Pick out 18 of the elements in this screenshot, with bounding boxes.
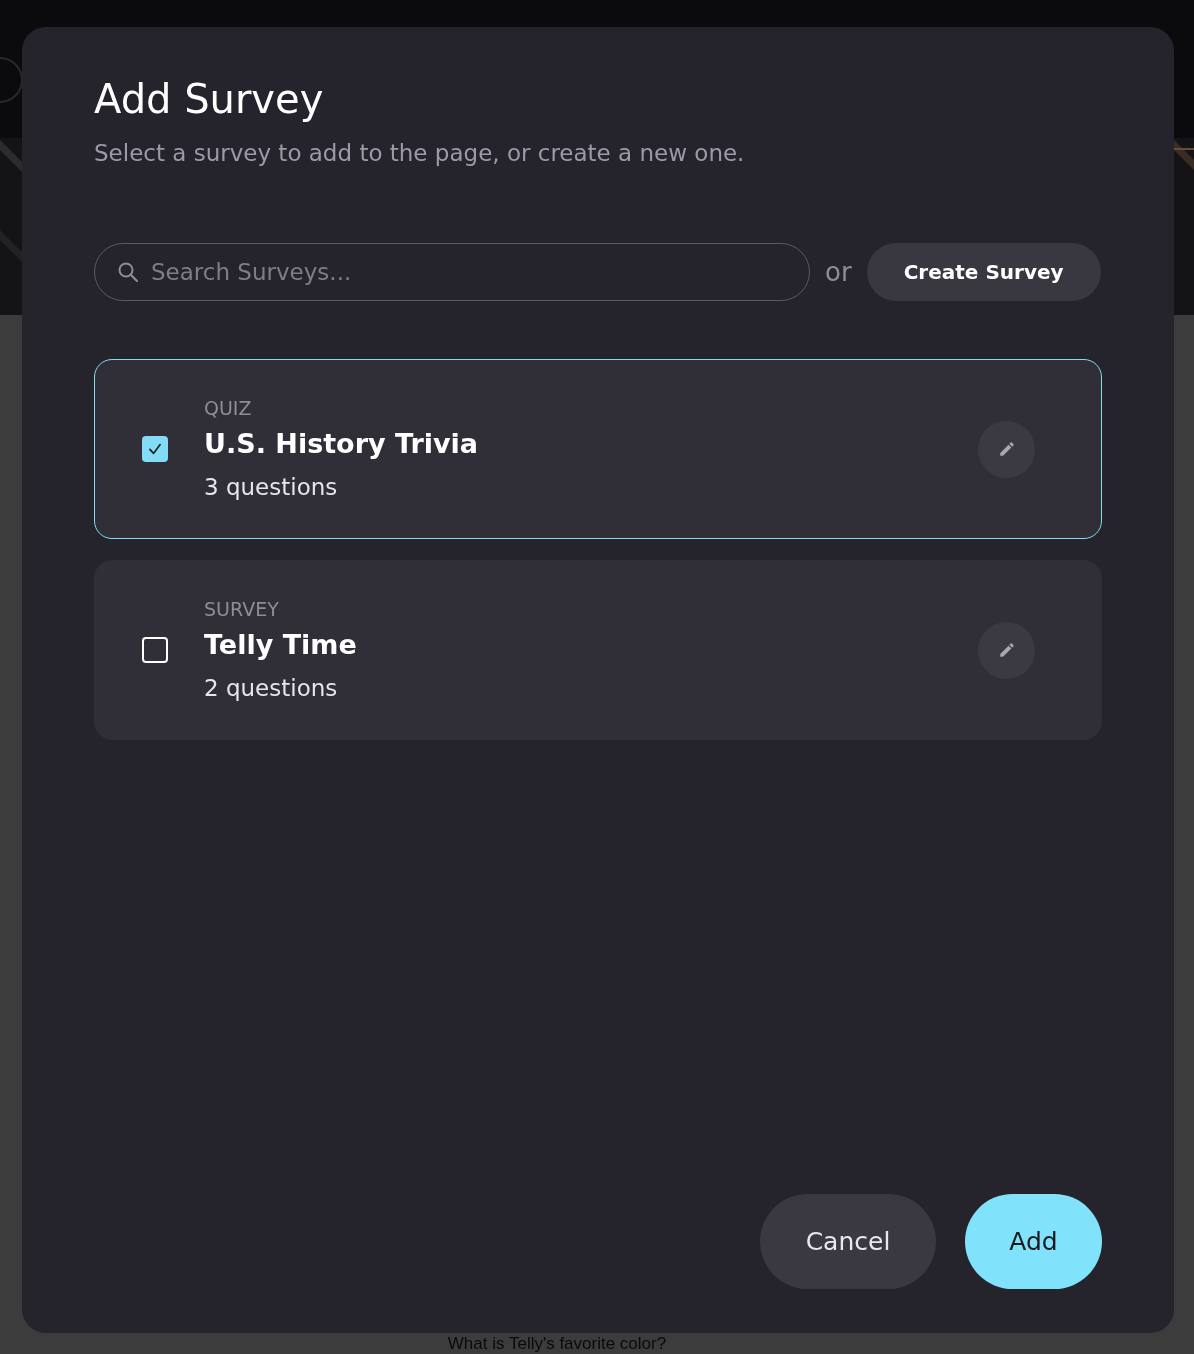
- survey-category: QUIZ: [204, 396, 252, 421]
- dialog-subtitle: Select a survey to add to the page, or create a new one.: [94, 139, 745, 168]
- question-count: 3 questions: [204, 473, 338, 502]
- search-icon: [116, 260, 140, 284]
- survey-card[interactable]: QUIZ U.S. History Trivia 3 questions: [94, 359, 1102, 539]
- add-button[interactable]: Add: [965, 1194, 1102, 1289]
- checkbox[interactable]: [142, 436, 168, 462]
- cancel-button[interactable]: Cancel: [760, 1194, 936, 1289]
- survey-title: U.S. History Trivia: [204, 427, 479, 461]
- create-survey-button[interactable]: Create Survey: [866, 243, 1101, 301]
- or-label: or: [825, 257, 852, 287]
- search-field[interactable]: Search Surveys...: [94, 243, 810, 301]
- pencil-icon: [997, 641, 1016, 659]
- survey-title: Telly Time: [204, 628, 357, 662]
- question-count: 2 questions: [204, 674, 338, 703]
- pencil-icon: [997, 440, 1016, 458]
- survey-category: SURVEY: [204, 597, 279, 622]
- dialog-title: Add Survey: [94, 75, 324, 124]
